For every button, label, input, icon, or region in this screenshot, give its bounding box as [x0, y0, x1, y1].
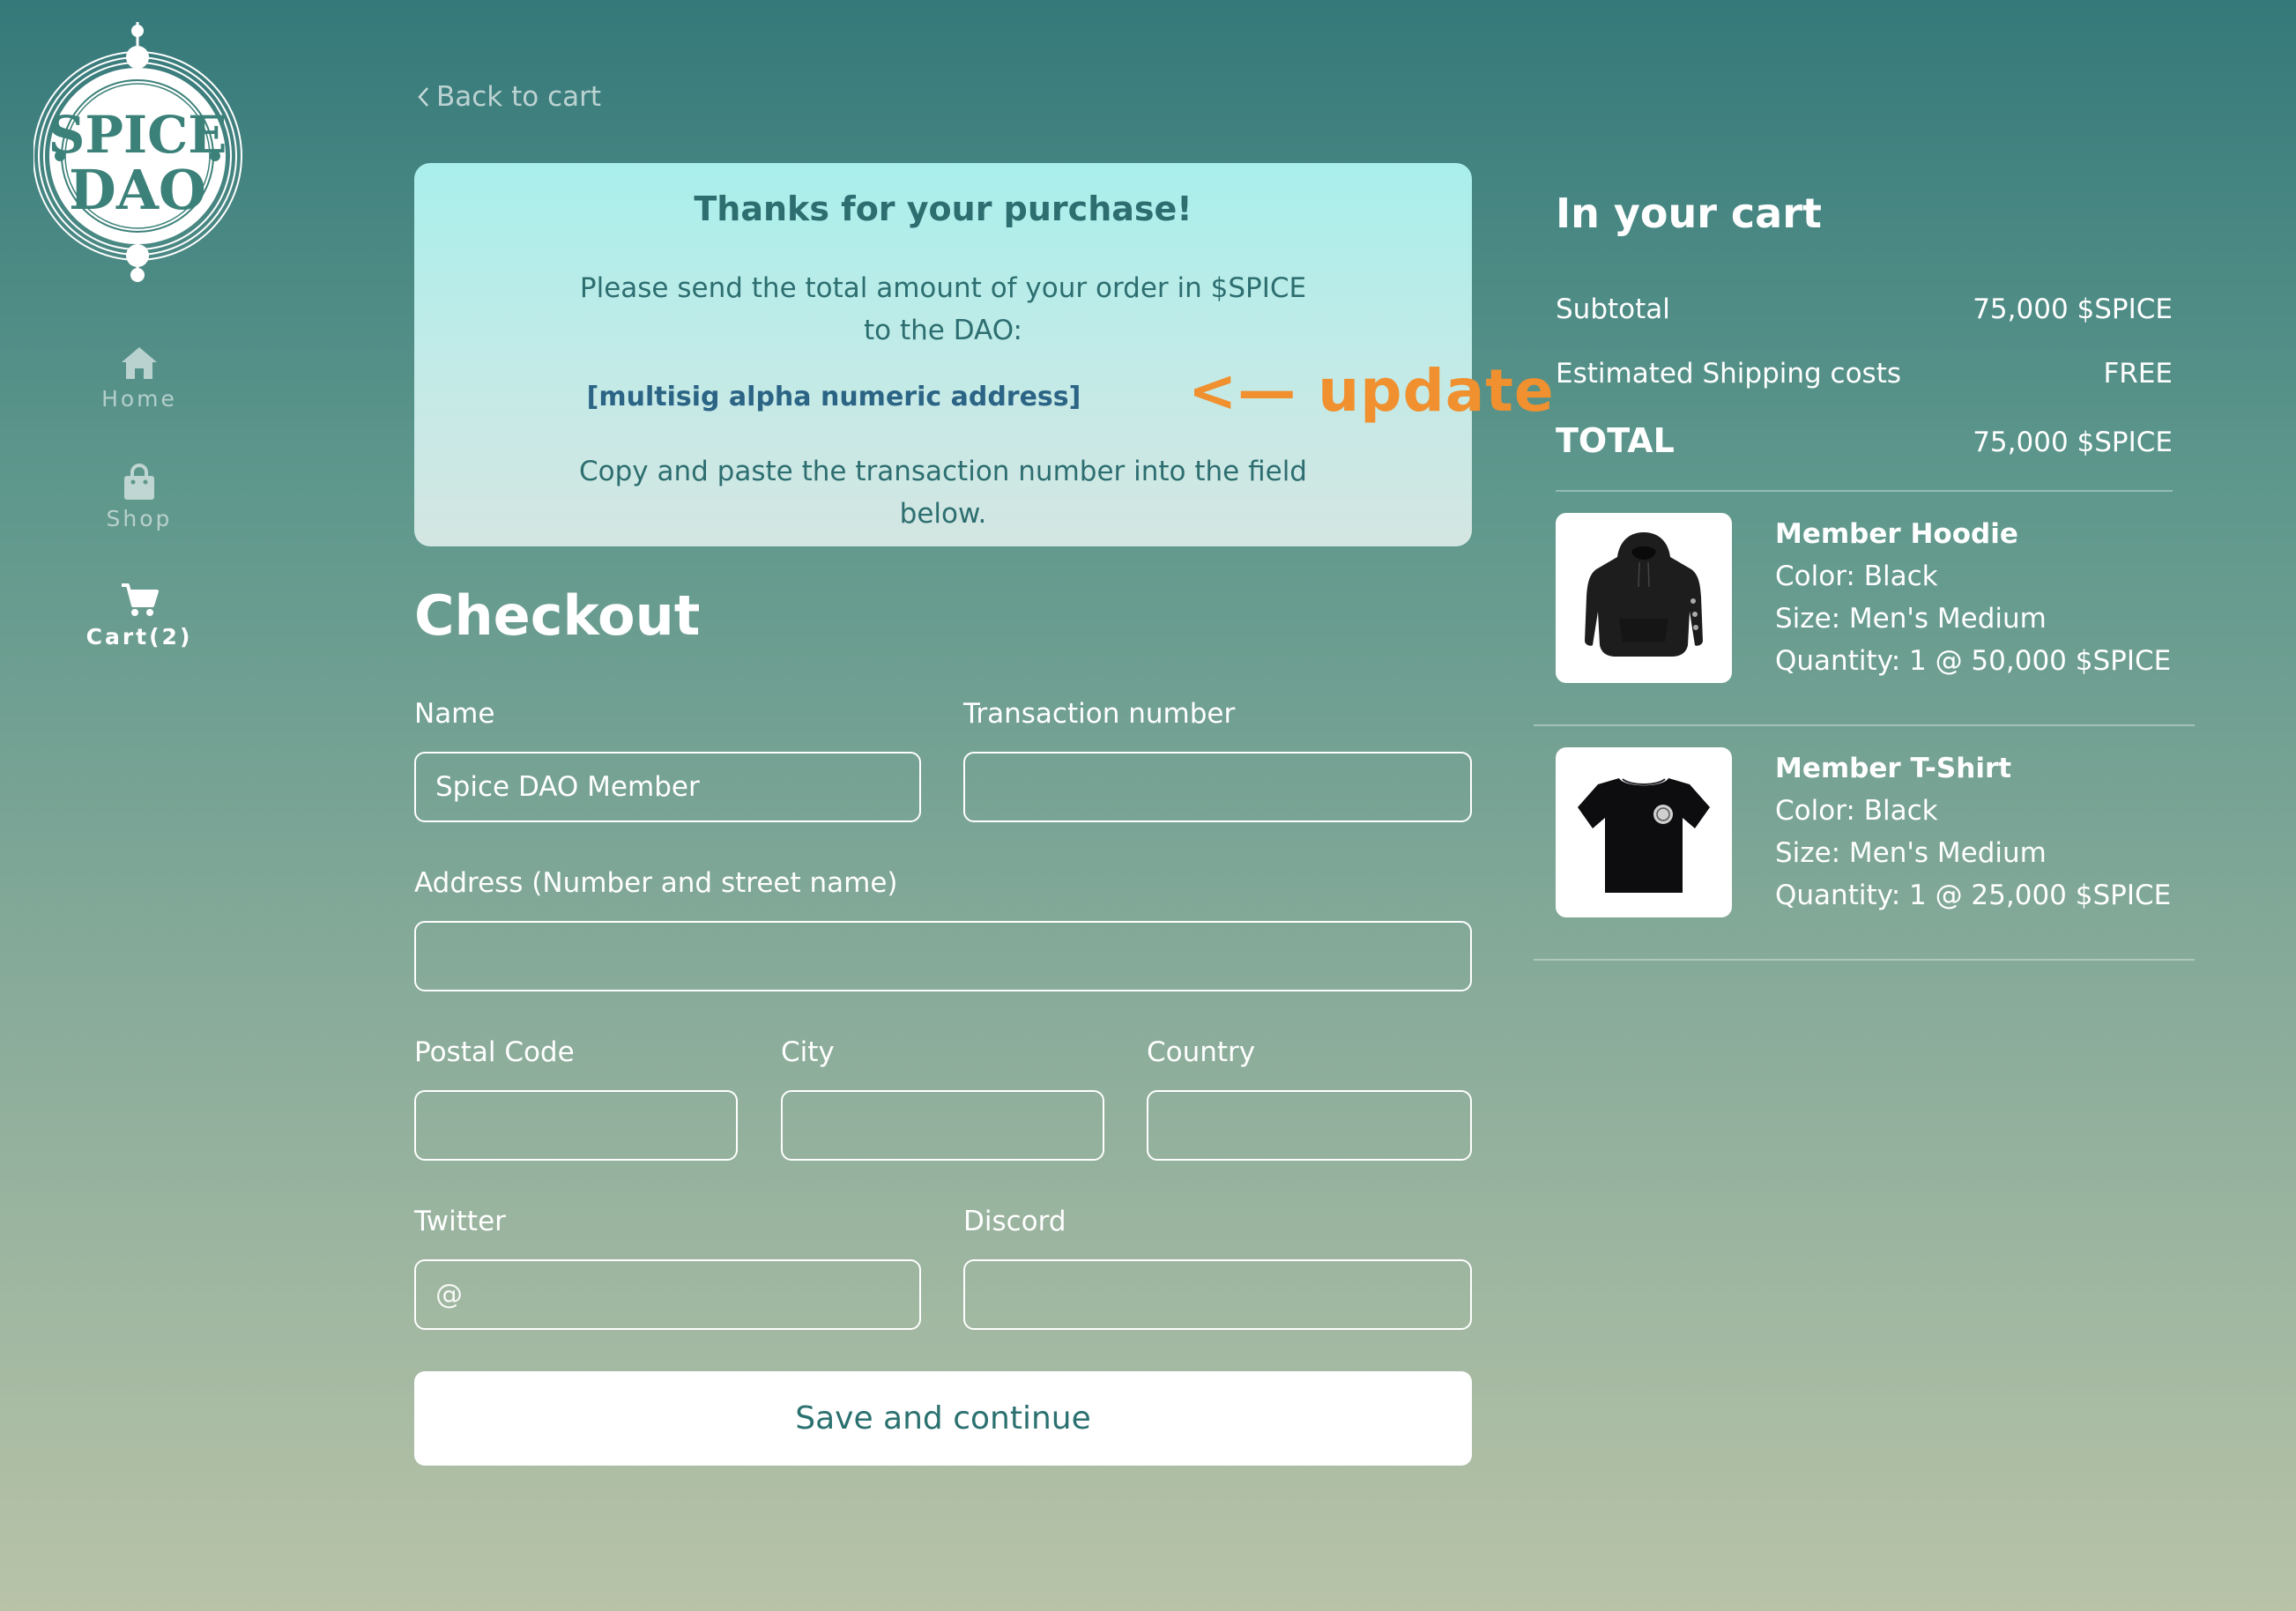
item-quantity: Quantity: 1 @ 50,000 $SPICE [1775, 645, 2172, 677]
item-size: Size: Men's Medium [1775, 837, 2047, 869]
notice-send-line-2: to the DAO: [864, 315, 1022, 346]
shipping-value: FREE [2103, 358, 2173, 390]
chevron-left-icon [418, 87, 428, 107]
subtotal-label: Subtotal [1556, 293, 1670, 325]
country-field[interactable] [1147, 1090, 1472, 1161]
shipping-label: Estimated Shipping costs [1556, 358, 1902, 390]
spice-dao-logo[interactable]: SPICE DAO [33, 22, 245, 286]
multisig-address-text: [multisig alpha numeric address] [586, 382, 1081, 412]
subtotal-row: Subtotal 75,000 $SPICE [1556, 293, 2173, 325]
notice-title: Thanks for your purchase! [694, 189, 1193, 228]
item-name: Member T-Shirt [1775, 753, 2012, 784]
hoodie-thumbnail[interactable] [1556, 513, 1732, 683]
checkout-title: Checkout [414, 583, 701, 648]
item-name: Member Hoodie [1775, 518, 2018, 550]
nav-shop-label: Shop [106, 506, 173, 531]
hoodie-image [1585, 532, 1703, 657]
item-color: Color: Black [1775, 795, 1938, 827]
tshirt-thumbnail[interactable] [1556, 747, 1732, 917]
total-label: TOTAL [1556, 421, 1675, 460]
nav-shop[interactable]: Shop [51, 464, 227, 531]
address-label: Address (Number and street name) [414, 867, 898, 899]
nav-cart[interactable]: Cart(2) [51, 582, 227, 650]
total-row: TOTAL 75,000 $SPICE [1556, 421, 2173, 460]
country-label: Country [1147, 1036, 1256, 1068]
home-icon [122, 347, 157, 379]
sidebar: SPICE DAO Home Shop Cart(2) [0, 0, 278, 1611]
nav-home[interactable]: Home [51, 345, 227, 412]
item-quantity: Quantity: 1 @ 25,000 $SPICE [1775, 880, 2172, 911]
shipping-row: Estimated Shipping costs FREE [1556, 358, 2173, 390]
subtotal-value: 75,000 $SPICE [1973, 293, 2173, 325]
item-size: Size: Men's Medium [1775, 603, 2047, 635]
save-and-continue-button[interactable]: Save and continue [414, 1371, 1472, 1466]
notice-send-instructions: Please send the total amount of your ord… [414, 267, 1472, 352]
notice-send-line-1: Please send the total amount of your ord… [579, 272, 1307, 304]
twitter-field[interactable] [414, 1259, 921, 1330]
svg-text:SPICE: SPICE [48, 105, 227, 165]
city-label: City [781, 1036, 835, 1068]
nav-cart-label: Cart(2) [85, 624, 193, 650]
city-field[interactable] [781, 1090, 1104, 1161]
cart-icon [122, 583, 159, 616]
discord-label: Discord [963, 1206, 1066, 1237]
item-divider [1534, 959, 2195, 961]
cart-divider [1556, 490, 2173, 492]
twitter-label: Twitter [414, 1206, 506, 1237]
back-to-cart-label: Back to cart [436, 81, 602, 113]
postal-code-label: Postal Code [414, 1036, 575, 1068]
svg-text:DAO: DAO [69, 158, 206, 222]
nav-home-label: Home [101, 386, 177, 412]
address-field[interactable] [414, 921, 1472, 991]
name-label: Name [414, 698, 495, 730]
cart-item-tshirt: Member T-Shirt Color: Black Size: Men's … [1775, 747, 2171, 917]
total-value: 75,000 $SPICE [1973, 427, 2173, 458]
update-annotation: <— update [1188, 357, 1555, 425]
transaction-number-label: Transaction number [963, 698, 1236, 730]
discord-field[interactable] [963, 1259, 1472, 1330]
postal-code-field[interactable] [414, 1090, 738, 1161]
cart-title: In your cart [1556, 189, 1822, 237]
notice-copy-line-1: Copy and paste the transaction number in… [579, 456, 1307, 487]
notice-copy-instructions: Copy and paste the transaction number in… [414, 450, 1472, 535]
notice-copy-line-2: below. [899, 498, 987, 530]
purchase-notice: Thanks for your purchase! Please send th… [414, 163, 1472, 546]
item-divider [1534, 724, 2195, 726]
item-color: Color: Black [1775, 561, 1938, 592]
transaction-number-field[interactable] [963, 752, 1472, 822]
back-to-cart-link[interactable]: Back to cart [417, 81, 601, 113]
name-field[interactable] [414, 752, 921, 822]
shopping-bag-icon [124, 464, 154, 500]
tshirt-image [1578, 778, 1710, 893]
cart-item-hoodie: Member Hoodie Color: Black Size: Men's M… [1775, 513, 2171, 682]
